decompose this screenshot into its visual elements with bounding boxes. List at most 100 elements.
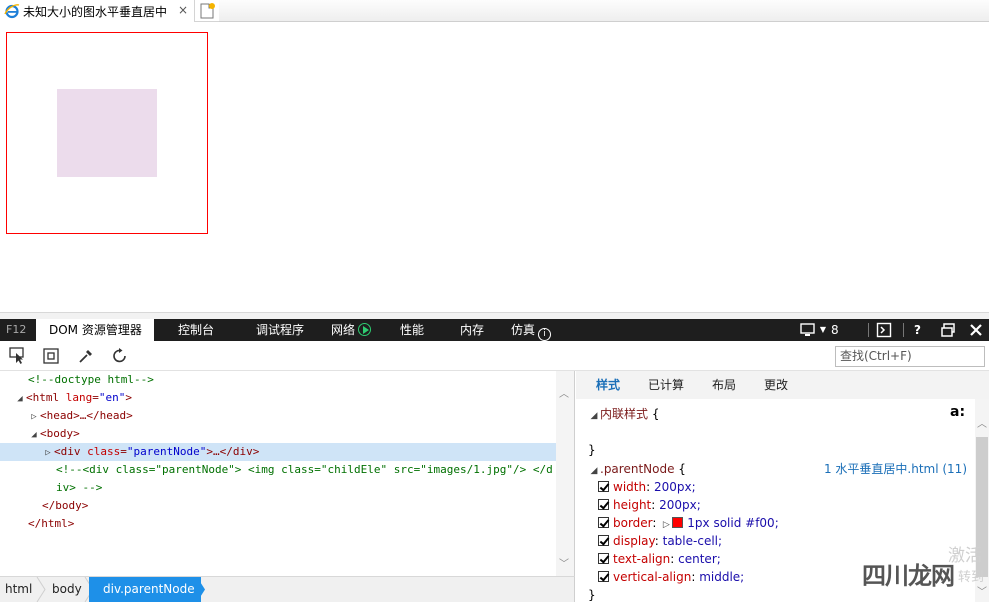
expanded-triangle-icon[interactable]: ◢ — [28, 426, 40, 444]
rule-selector: .parentNode — [600, 462, 675, 476]
toolbar-divider — [903, 323, 904, 337]
prop-value[interactable]: 200px; — [654, 480, 696, 494]
prop-height[interactable]: height: 200px; — [598, 496, 701, 514]
dom-scrollbar[interactable]: ︿ ﹀ — [556, 371, 574, 576]
prop-name: border — [613, 516, 653, 530]
new-tab-icon[interactable] — [198, 2, 216, 20]
console-toggle-icon[interactable] — [876, 322, 892, 338]
scroll-down-icon[interactable]: ﹀ — [977, 583, 987, 598]
help-button[interactable]: ? — [914, 319, 921, 341]
collapsed-triangle-icon[interactable]: ▷ — [28, 408, 40, 426]
dom-node-body[interactable]: ◢ <body> — [0, 425, 556, 443]
breadcrumb-div-parentnode[interactable]: div.parentNode — [89, 577, 201, 602]
internet-explorer-icon — [4, 4, 20, 19]
select-element-icon[interactable] — [9, 347, 27, 365]
page-viewport — [0, 23, 989, 312]
dom-node-head[interactable]: ▷ <head>…</head> — [0, 407, 556, 425]
dom-node-comment[interactable]: <!--<div class="parentNode"> <img class=… — [0, 461, 556, 479]
font-size-toggle[interactable]: a: — [950, 403, 965, 421]
checkbox[interactable] — [598, 553, 609, 564]
tab-emulation-label: 仿真 — [511, 323, 536, 337]
prop-border[interactable]: border: ▷ 1px solid #f00; — [598, 514, 779, 532]
tab-dom-explorer[interactable]: DOM 资源管理器 — [36, 319, 154, 341]
head-text: <head>…</head> — [40, 409, 133, 422]
breadcrumb-active-arrow-icon — [197, 577, 205, 602]
close-devtools-icon[interactable] — [969, 322, 983, 338]
inline-close-brace: } — [588, 443, 596, 457]
parent-node-box — [6, 32, 208, 234]
checkbox[interactable] — [598, 517, 609, 528]
collapsed-triangle-icon[interactable]: ▷ — [42, 444, 54, 462]
tab-emulation[interactable]: 仿真 i — [511, 319, 552, 341]
prop-name: width — [613, 480, 647, 494]
prop-text-align[interactable]: text-align: center; — [598, 550, 721, 568]
browser-tab-title: 未知大小的图水平垂直居中 — [23, 4, 168, 19]
doctype-text: <!--doctype html--> — [28, 373, 154, 386]
checkbox[interactable] — [598, 499, 609, 510]
checkbox[interactable] — [598, 481, 609, 492]
prop-value[interactable]: middle; — [699, 570, 744, 584]
dom-node-html-close[interactable]: </html> — [0, 515, 556, 533]
prop-value[interactable]: 200px; — [659, 498, 701, 512]
scroll-down-icon[interactable]: ﹀ — [559, 555, 569, 570]
inline-style-label: 内联样式 — [600, 407, 649, 421]
tab-memory[interactable]: 内存 — [460, 319, 484, 341]
dom-node-body-close[interactable]: </body> — [0, 497, 556, 515]
parentnode-rule[interactable]: ◢ .parentNode { — [588, 460, 686, 478]
scroll-up-icon[interactable]: ︿ — [977, 415, 987, 430]
tab-network[interactable]: 网络 — [331, 319, 372, 341]
dom-node-comment-cont: iv> --> — [0, 479, 556, 497]
styles-tabs: 样式 已计算 布局 更改 — [576, 371, 989, 399]
scroll-up-icon[interactable]: ︿ — [559, 385, 569, 400]
colon: : — [652, 516, 657, 530]
inline-style-rule[interactable]: ◢ 内联样式 { — [588, 405, 660, 425]
dom-node-div-selected[interactable]: ▷ <div class="parentNode">…</div> — [0, 443, 556, 461]
class-value: "parentNode" — [126, 445, 207, 458]
prop-value[interactable]: table-cell; — [663, 534, 722, 548]
prop-display[interactable]: display: table-cell; — [598, 532, 722, 550]
colon: : — [651, 498, 656, 512]
undock-icon[interactable] — [940, 322, 956, 338]
rule-open-brace: { — [678, 462, 686, 476]
devtools-tab-bar: F12 DOM 资源管理器 控制台 调试程序 网络 性能 内存 仿真 i ▼ 8 … — [0, 319, 989, 341]
checkbox[interactable] — [598, 571, 609, 582]
close-tab-icon[interactable]: × — [178, 3, 188, 17]
tab-layout[interactable]: 布局 — [712, 371, 736, 399]
breadcrumb-body[interactable]: body — [52, 577, 82, 602]
checkbox[interactable] — [598, 535, 609, 546]
tab-debugger[interactable]: 调试程序 — [256, 319, 304, 341]
devtools-splitter[interactable] — [0, 312, 989, 319]
prop-width[interactable]: width: 200px; — [598, 478, 696, 496]
find-input[interactable]: 查找(Ctrl+F) — [835, 346, 985, 367]
prop-value[interactable]: 1px solid #f00; — [687, 516, 778, 530]
prop-value[interactable]: center; — [678, 552, 721, 566]
prop-name: text-align — [613, 552, 671, 566]
comment-line-1: <!--<div class="parentNode"> <img class=… — [56, 463, 553, 476]
dom-node-doctype[interactable]: <!--doctype html--> — [0, 371, 556, 389]
tab-performance[interactable]: 性能 — [400, 319, 424, 341]
div-rest: >…</div> — [206, 445, 260, 458]
device-icon[interactable] — [800, 322, 818, 338]
tab-console[interactable]: 控制台 — [178, 319, 214, 341]
tab-changes[interactable]: 更改 — [764, 371, 788, 399]
refresh-icon[interactable] — [111, 347, 129, 365]
expanded-triangle-icon[interactable]: ◢ — [588, 407, 600, 425]
rule-close-brace: } — [588, 588, 596, 602]
lang-attr: lang — [65, 391, 93, 404]
color-picker-icon[interactable] — [77, 347, 95, 365]
browser-tab-strip: 未知大小的图水平垂直居中 × — [0, 0, 989, 22]
dom-node-html[interactable]: ◢ <html lang="en"> — [0, 389, 556, 407]
device-dropdown-icon[interactable]: ▼ — [819, 322, 827, 338]
rule-source-link[interactable]: 1 水平垂直居中.html (11) — [824, 460, 967, 478]
breadcrumb-html[interactable]: html — [5, 577, 32, 602]
breadcrumb: html body div.parentNode — [0, 576, 575, 602]
toolbar-divider — [868, 323, 869, 337]
browser-tab[interactable]: 未知大小的图水平垂直居中 × — [0, 0, 195, 22]
expanded-triangle-icon[interactable]: ◢ — [14, 390, 26, 408]
tab-styles[interactable]: 样式 — [596, 371, 620, 399]
highlight-element-icon[interactable] — [42, 347, 60, 365]
color-swatch[interactable] — [672, 517, 684, 528]
tab-strip-background — [219, 0, 989, 22]
tab-computed[interactable]: 已计算 — [648, 371, 684, 399]
prop-vertical-align[interactable]: vertical-align: middle; — [598, 568, 744, 586]
